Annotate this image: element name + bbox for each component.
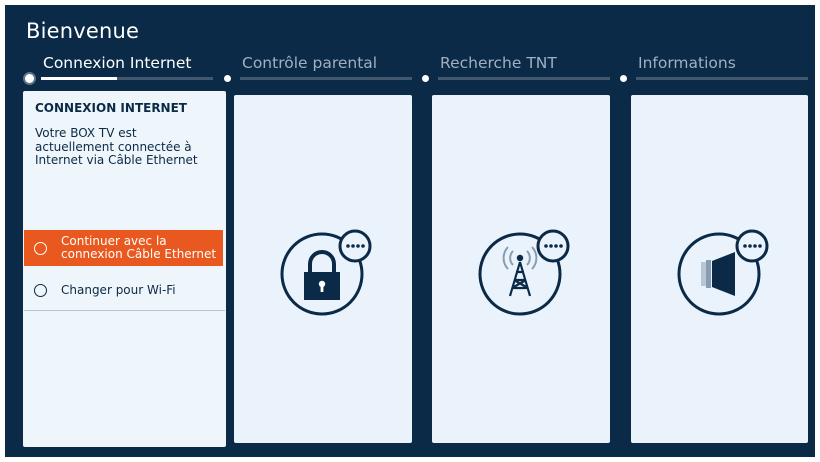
step-connexion-internet[interactable]: Connexion Internet (25, 51, 215, 87)
step-recherche-tnt[interactable]: Recherche TNT (422, 51, 612, 87)
step-label: Contrôle parental (242, 54, 378, 72)
parental-control-card[interactable] (234, 95, 412, 443)
page-title: Bienvenue (26, 19, 140, 43)
step-dot (620, 75, 627, 82)
radio-icon (34, 283, 47, 297)
radio-icon (34, 241, 47, 255)
option-label: Changer pour Wi-Fi (61, 282, 176, 297)
card-description: Votre BOX TV est actuellement connectée … (35, 126, 198, 167)
more-icon (735, 229, 769, 263)
step-controle-parental[interactable]: Contrôle parental (224, 51, 414, 87)
step-active-dot (25, 74, 34, 83)
step-progress-track (636, 77, 808, 80)
step-dot (422, 75, 429, 82)
step-informations[interactable]: Informations (620, 51, 810, 87)
option-continue-ethernet[interactable]: Continuer avec la connexion Câble Ethern… (24, 230, 223, 266)
step-label: Recherche TNT (440, 54, 557, 72)
step-label: Informations (638, 54, 736, 72)
step-progress-fill (41, 77, 117, 80)
step-progress-track (41, 77, 213, 80)
step-dot (224, 75, 231, 82)
info-speaker-icon (677, 229, 769, 316)
step-progress-track (438, 77, 610, 80)
step-label: Connexion Internet (43, 54, 192, 72)
step-progress-track (240, 77, 412, 80)
more-icon (338, 229, 372, 263)
divider (24, 310, 225, 311)
card-heading: CONNEXION INTERNET (35, 101, 187, 115)
tnt-search-card[interactable] (432, 95, 610, 443)
internet-connection-card: CONNEXION INTERNET Votre BOX TV est actu… (23, 91, 226, 447)
more-icon (536, 229, 570, 263)
setup-screen: Bienvenue Connexion Internet Contrôle pa… (5, 5, 815, 457)
option-switch-wifi[interactable]: Changer pour Wi-Fi (24, 272, 223, 308)
information-card[interactable] (631, 95, 808, 443)
padlock-icon (280, 229, 372, 316)
option-label: Continuer avec la connexion Câble Ethern… (61, 234, 217, 261)
antenna-tower-icon (478, 229, 570, 316)
